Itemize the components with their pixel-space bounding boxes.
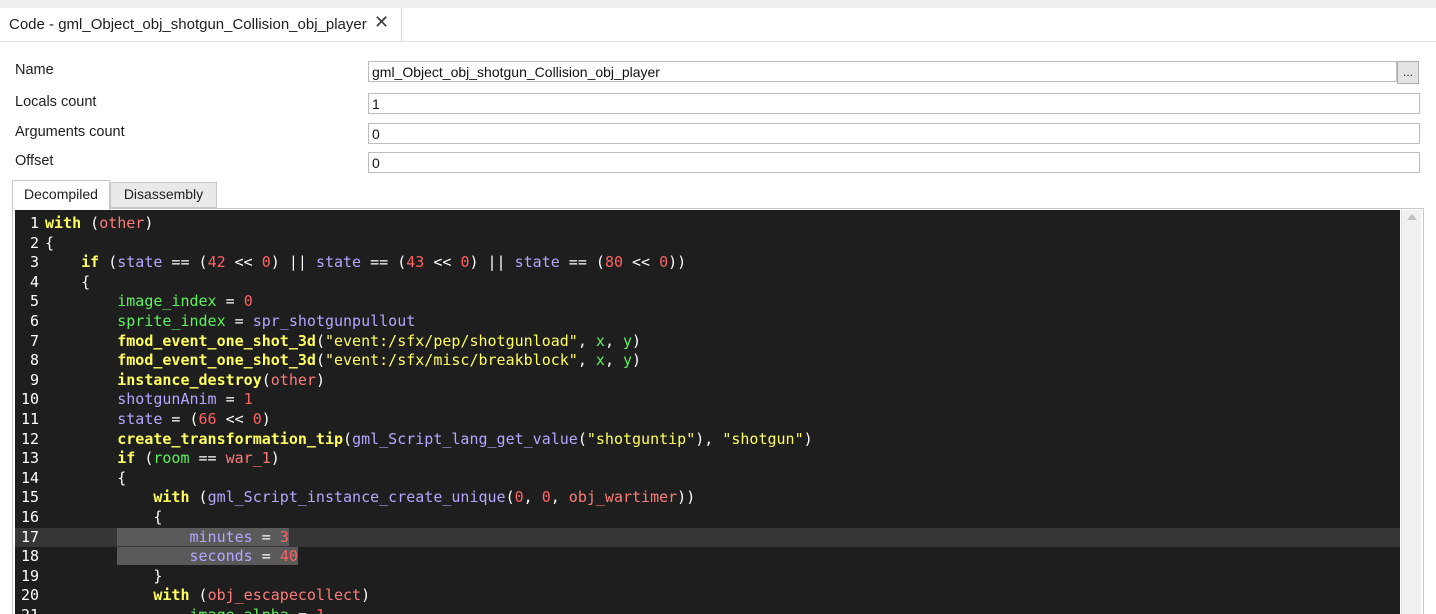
code-line[interactable]: 6 sprite_index = spr_shotgunpullout xyxy=(15,312,1400,332)
code-text: with (other) xyxy=(45,214,154,232)
code-line[interactable]: 3 if (state == (42 << 0) || state == (43… xyxy=(15,253,1400,273)
locals-count-label: Locals count xyxy=(15,94,97,110)
code-line[interactable]: 20 with (obj_escapecollect) xyxy=(15,586,1400,606)
code-text: instance_destroy(other) xyxy=(117,370,325,389)
code-line[interactable]: 9 instance_destroy(other) xyxy=(15,371,1400,391)
code-text: image_alpha = 1 xyxy=(45,606,325,614)
code-text: if (room == war_1) xyxy=(117,449,280,468)
line-number: 11 xyxy=(20,410,39,428)
code-line[interactable]: 13 if (room == war_1) xyxy=(15,449,1400,469)
code-line[interactable]: 19 } xyxy=(15,567,1400,587)
code-text: with (obj_escapecollect) xyxy=(153,586,371,605)
code-line[interactable]: 16 { xyxy=(15,508,1400,528)
code-text: minutes = 3 xyxy=(45,527,289,548)
code-line[interactable]: 2{ xyxy=(15,234,1400,254)
code-text: create_transformation_tip(gml_Script_lan… xyxy=(117,429,813,448)
code-text: sprite_index = spr_shotgunpullout xyxy=(117,312,416,330)
line-number: 4 xyxy=(29,272,39,291)
code-line[interactable]: 12 create_transformation_tip(gml_Script_… xyxy=(15,430,1400,450)
scroll-up-arrow-icon[interactable] xyxy=(1407,214,1417,220)
line-number: 12 xyxy=(20,429,39,448)
line-number: 5 xyxy=(29,292,39,311)
code-text: { xyxy=(45,272,91,291)
code-text: image_index = 0 xyxy=(117,292,253,311)
code-text: } xyxy=(45,566,163,585)
offset-label: Offset xyxy=(15,153,54,169)
code-text: if (state == (42 << 0) || state == (43 <… xyxy=(81,253,687,272)
line-number: 2 xyxy=(29,233,39,252)
line-number: 3 xyxy=(29,253,39,272)
locals-count-field[interactable]: 1 xyxy=(368,93,1420,114)
line-number: 18 xyxy=(20,547,39,566)
code-line[interactable]: 5 image_index = 0 xyxy=(15,292,1400,312)
line-number: 21 xyxy=(15,606,39,614)
arguments-count-field[interactable]: 0 xyxy=(368,123,1420,144)
tab-decompiled[interactable]: Decompiled xyxy=(12,180,110,210)
code-line[interactable]: 21 image_alpha = 1 xyxy=(15,606,1400,614)
document-tab[interactable]: Code - gml_Object_obj_shotgun_Collision_… xyxy=(0,8,402,41)
line-number: 8 xyxy=(29,351,39,370)
line-number: 16 xyxy=(20,508,39,526)
name-field[interactable]: gml_Object_obj_shotgun_Collision_obj_pla… xyxy=(368,61,1397,82)
code-line[interactable]: 17 minutes = 3 xyxy=(15,527,1400,548)
code-line[interactable]: 11 state = (66 << 0) xyxy=(15,410,1400,430)
line-number: 9 xyxy=(29,370,39,389)
line-number: 1 xyxy=(29,214,39,232)
code-text: { xyxy=(45,233,55,252)
line-number: 10 xyxy=(20,390,39,409)
code-line[interactable]: 14 { xyxy=(15,469,1400,489)
code-line[interactable]: 7 fmod_event_one_shot_3d("event:/sfx/pep… xyxy=(15,332,1400,352)
line-number: 17 xyxy=(20,527,39,546)
name-label: Name xyxy=(15,62,54,78)
code-text: state = (66 << 0) xyxy=(117,410,271,428)
browse-button[interactable]: ... xyxy=(1397,61,1419,84)
code-text: { xyxy=(45,468,127,487)
line-number: 6 xyxy=(29,312,39,330)
code-line[interactable]: 10 shotgunAnim = 1 xyxy=(15,390,1400,410)
code-line[interactable]: 18 seconds = 40 xyxy=(15,547,1400,567)
editor-vertical-scrollbar[interactable] xyxy=(1401,210,1421,614)
tab-disassembly[interactable]: Disassembly xyxy=(110,182,217,208)
code-editor[interactable]: 1 with (other) 2{3 if (state == (42 << 0) … xyxy=(15,210,1400,614)
code-line[interactable]: 8 fmod_event_one_shot_3d("event:/sfx/mis… xyxy=(15,351,1400,371)
code-line[interactable]: 15 with (gml_Script_instance_create_uniq… xyxy=(15,488,1400,508)
line-number: 20 xyxy=(20,586,39,605)
code-line[interactable]: 1 with (other) xyxy=(15,214,1400,234)
code-text: fmod_event_one_shot_3d("event:/sfx/misc/… xyxy=(117,351,642,370)
line-number: 19 xyxy=(20,566,39,585)
document-tab-bar: Code - gml_Object_obj_shotgun_Collision_… xyxy=(0,8,1436,42)
code-line[interactable]: 4 { xyxy=(15,273,1400,293)
document-tab-title: Code - gml_Object_obj_shotgun_Collision_… xyxy=(9,16,367,33)
line-number: 15 xyxy=(20,488,39,507)
code-text: seconds = 40 xyxy=(45,547,298,567)
line-number: 13 xyxy=(20,449,39,468)
arguments-count-label: Arguments count xyxy=(15,124,125,140)
offset-field[interactable]: 0 xyxy=(368,152,1420,173)
close-icon[interactable]: ✕ xyxy=(374,12,389,33)
code-text: shotgunAnim = 1 xyxy=(117,390,253,409)
code-text: { xyxy=(45,508,163,526)
line-number: 7 xyxy=(29,331,39,350)
window-top-strip xyxy=(0,0,1436,8)
code-text: fmod_event_one_shot_3d("event:/sfx/pep/s… xyxy=(117,331,642,350)
code-text: with (gml_Script_instance_create_unique(… xyxy=(153,488,696,507)
line-number: 14 xyxy=(20,468,39,487)
